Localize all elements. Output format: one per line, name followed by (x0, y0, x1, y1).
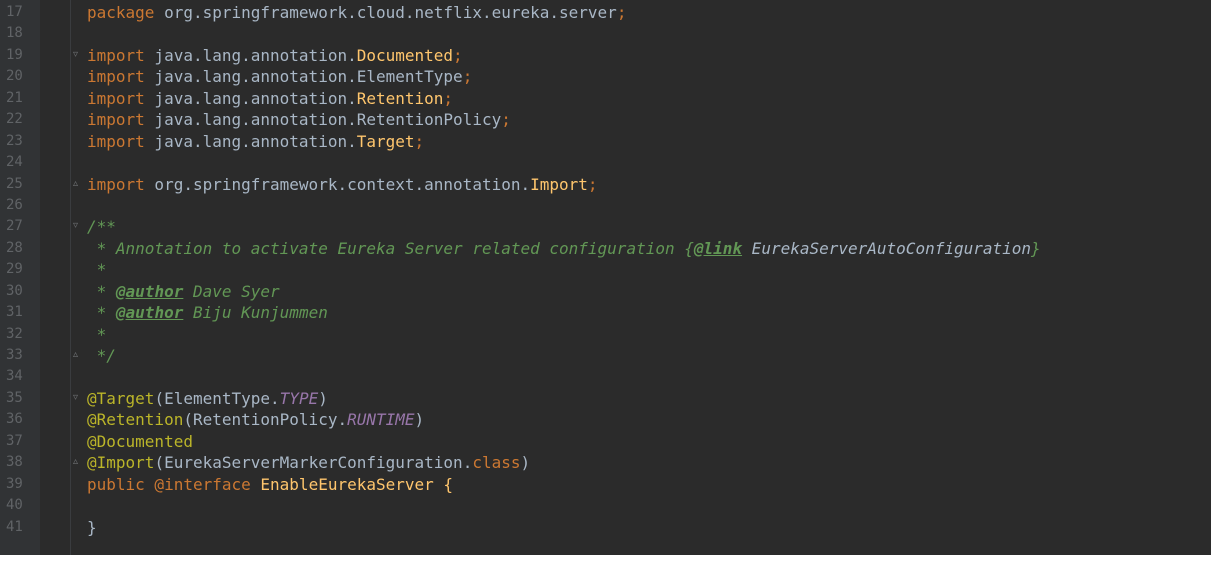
line-number: 28 (6, 239, 23, 256)
code-text: * @author Dave Syer (87, 281, 280, 301)
code-line[interactable]: 24 (0, 152, 1211, 173)
code-text: package org.springframework.cloud.netfli… (87, 3, 627, 22)
code-text: @Retention(RetentionPolicy.RUNTIME) (87, 410, 425, 430)
fold-open-icon[interactable]: ▿ (73, 392, 82, 403)
line-number: 25 (6, 175, 23, 192)
code-line[interactable]: 26 (0, 195, 1211, 216)
code-text: * (87, 324, 107, 344)
code-text: * Annotation to activate Eureka Server r… (87, 238, 1041, 258)
code-text: * @author Biju Kunjummen (87, 303, 328, 323)
code-text: */ (87, 346, 116, 365)
code-line[interactable]: 38 ▵ @Import(EurekaServerMarkerConfigura… (0, 452, 1211, 473)
code-text: import java.lang.annotation.Documented; (87, 45, 463, 65)
code-line[interactable]: 35 ▿ @Target(ElementType.TYPE) (0, 388, 1211, 409)
code-lines: 17 package org.springframework.cloud.net… (0, 2, 1211, 538)
code-text: @Target(ElementType.TYPE) (87, 388, 328, 408)
line-number: 37 (6, 432, 23, 449)
code-line[interactable]: 21 import java.lang.annotation.Retention… (0, 88, 1211, 109)
line-number: 29 (6, 261, 23, 278)
line-number: 20 (6, 68, 23, 85)
code-text: } (87, 517, 97, 537)
code-line[interactable]: 22 import java.lang.annotation.Retention… (0, 109, 1211, 130)
line-number: 21 (6, 89, 23, 106)
code-line[interactable]: 33 ▵ */ (0, 345, 1211, 366)
fold-close-icon[interactable]: ▵ (73, 178, 82, 189)
code-text: import java.lang.annotation.Target; (87, 131, 425, 151)
code-line[interactable]: 40 (0, 495, 1211, 516)
code-line[interactable]: 23 import java.lang.annotation.Target; (0, 131, 1211, 152)
fold-open-icon[interactable]: ▿ (73, 49, 82, 60)
code-text: * (87, 260, 107, 280)
code-text: @Import(EurekaServerMarkerConfiguration.… (87, 453, 531, 473)
code-text: import java.lang.annotation.RetentionPol… (87, 110, 511, 130)
line-number: 23 (6, 132, 23, 149)
line-number: 17 (6, 4, 23, 20)
code-line[interactable]: 41 } (0, 517, 1211, 538)
code-line[interactable]: 31 * @author Biju Kunjummen (0, 302, 1211, 323)
code-line[interactable]: 19 ▿ import java.lang.annotation.Documen… (0, 45, 1211, 66)
code-line[interactable]: 20 import java.lang.annotation.ElementTy… (0, 66, 1211, 87)
line-number: 30 (6, 282, 23, 299)
code-line[interactable]: 17 package org.springframework.cloud.net… (0, 2, 1211, 23)
line-number: 41 (6, 518, 23, 535)
code-text: @Documented (87, 431, 193, 451)
fold-close-icon[interactable]: ▵ (73, 350, 82, 360)
line-number: 18 (6, 25, 23, 42)
code-line[interactable]: 34 (0, 366, 1211, 387)
line-number: 35 (6, 389, 23, 406)
code-text: import java.lang.annotation.Retention; (87, 88, 454, 108)
line-number: 33 (6, 347, 23, 363)
code-line[interactable]: 25 ▵ import org.springframework.context.… (0, 174, 1211, 195)
code-line[interactable]: 28 * Annotation to activate Eureka Serve… (0, 238, 1211, 259)
line-number: 36 (6, 411, 23, 428)
line-number: 31 (6, 304, 23, 321)
code-line[interactable]: 30 * @author Dave Syer (0, 281, 1211, 302)
code-line[interactable]: 36 @Retention(RetentionPolicy.RUNTIME) (0, 409, 1211, 430)
code-line[interactable]: 27 ▿ /** (0, 216, 1211, 237)
line-number: 24 (6, 154, 23, 171)
code-line[interactable]: 37 @Documented (0, 431, 1211, 452)
code-text: import java.lang.annotation.ElementType; (87, 67, 473, 87)
code-line[interactable]: 39 public @interface EnableEurekaServer … (0, 474, 1211, 495)
fold-open-icon[interactable]: ▿ (73, 221, 82, 231)
line-number: 39 (6, 475, 23, 492)
line-number: 40 (6, 497, 23, 514)
code-editor[interactable]: 17 package org.springframework.cloud.net… (0, 0, 1211, 555)
line-number: 32 (6, 325, 23, 342)
line-number: 27 (6, 218, 23, 235)
code-line[interactable]: 18 (0, 23, 1211, 44)
fold-close-icon[interactable]: ▵ (73, 457, 82, 467)
line-number: 38 (6, 454, 23, 471)
line-number: 26 (6, 196, 23, 213)
line-number: 22 (6, 111, 23, 128)
code-text: /** (87, 217, 116, 237)
code-line[interactable]: 29 * (0, 259, 1211, 280)
code-text: import org.springframework.context.annot… (87, 174, 598, 194)
line-number: 19 (6, 46, 23, 63)
code-text: public @interface EnableEurekaServer { (87, 474, 454, 494)
line-number: 34 (6, 368, 23, 385)
code-line[interactable]: 32 * (0, 324, 1211, 345)
